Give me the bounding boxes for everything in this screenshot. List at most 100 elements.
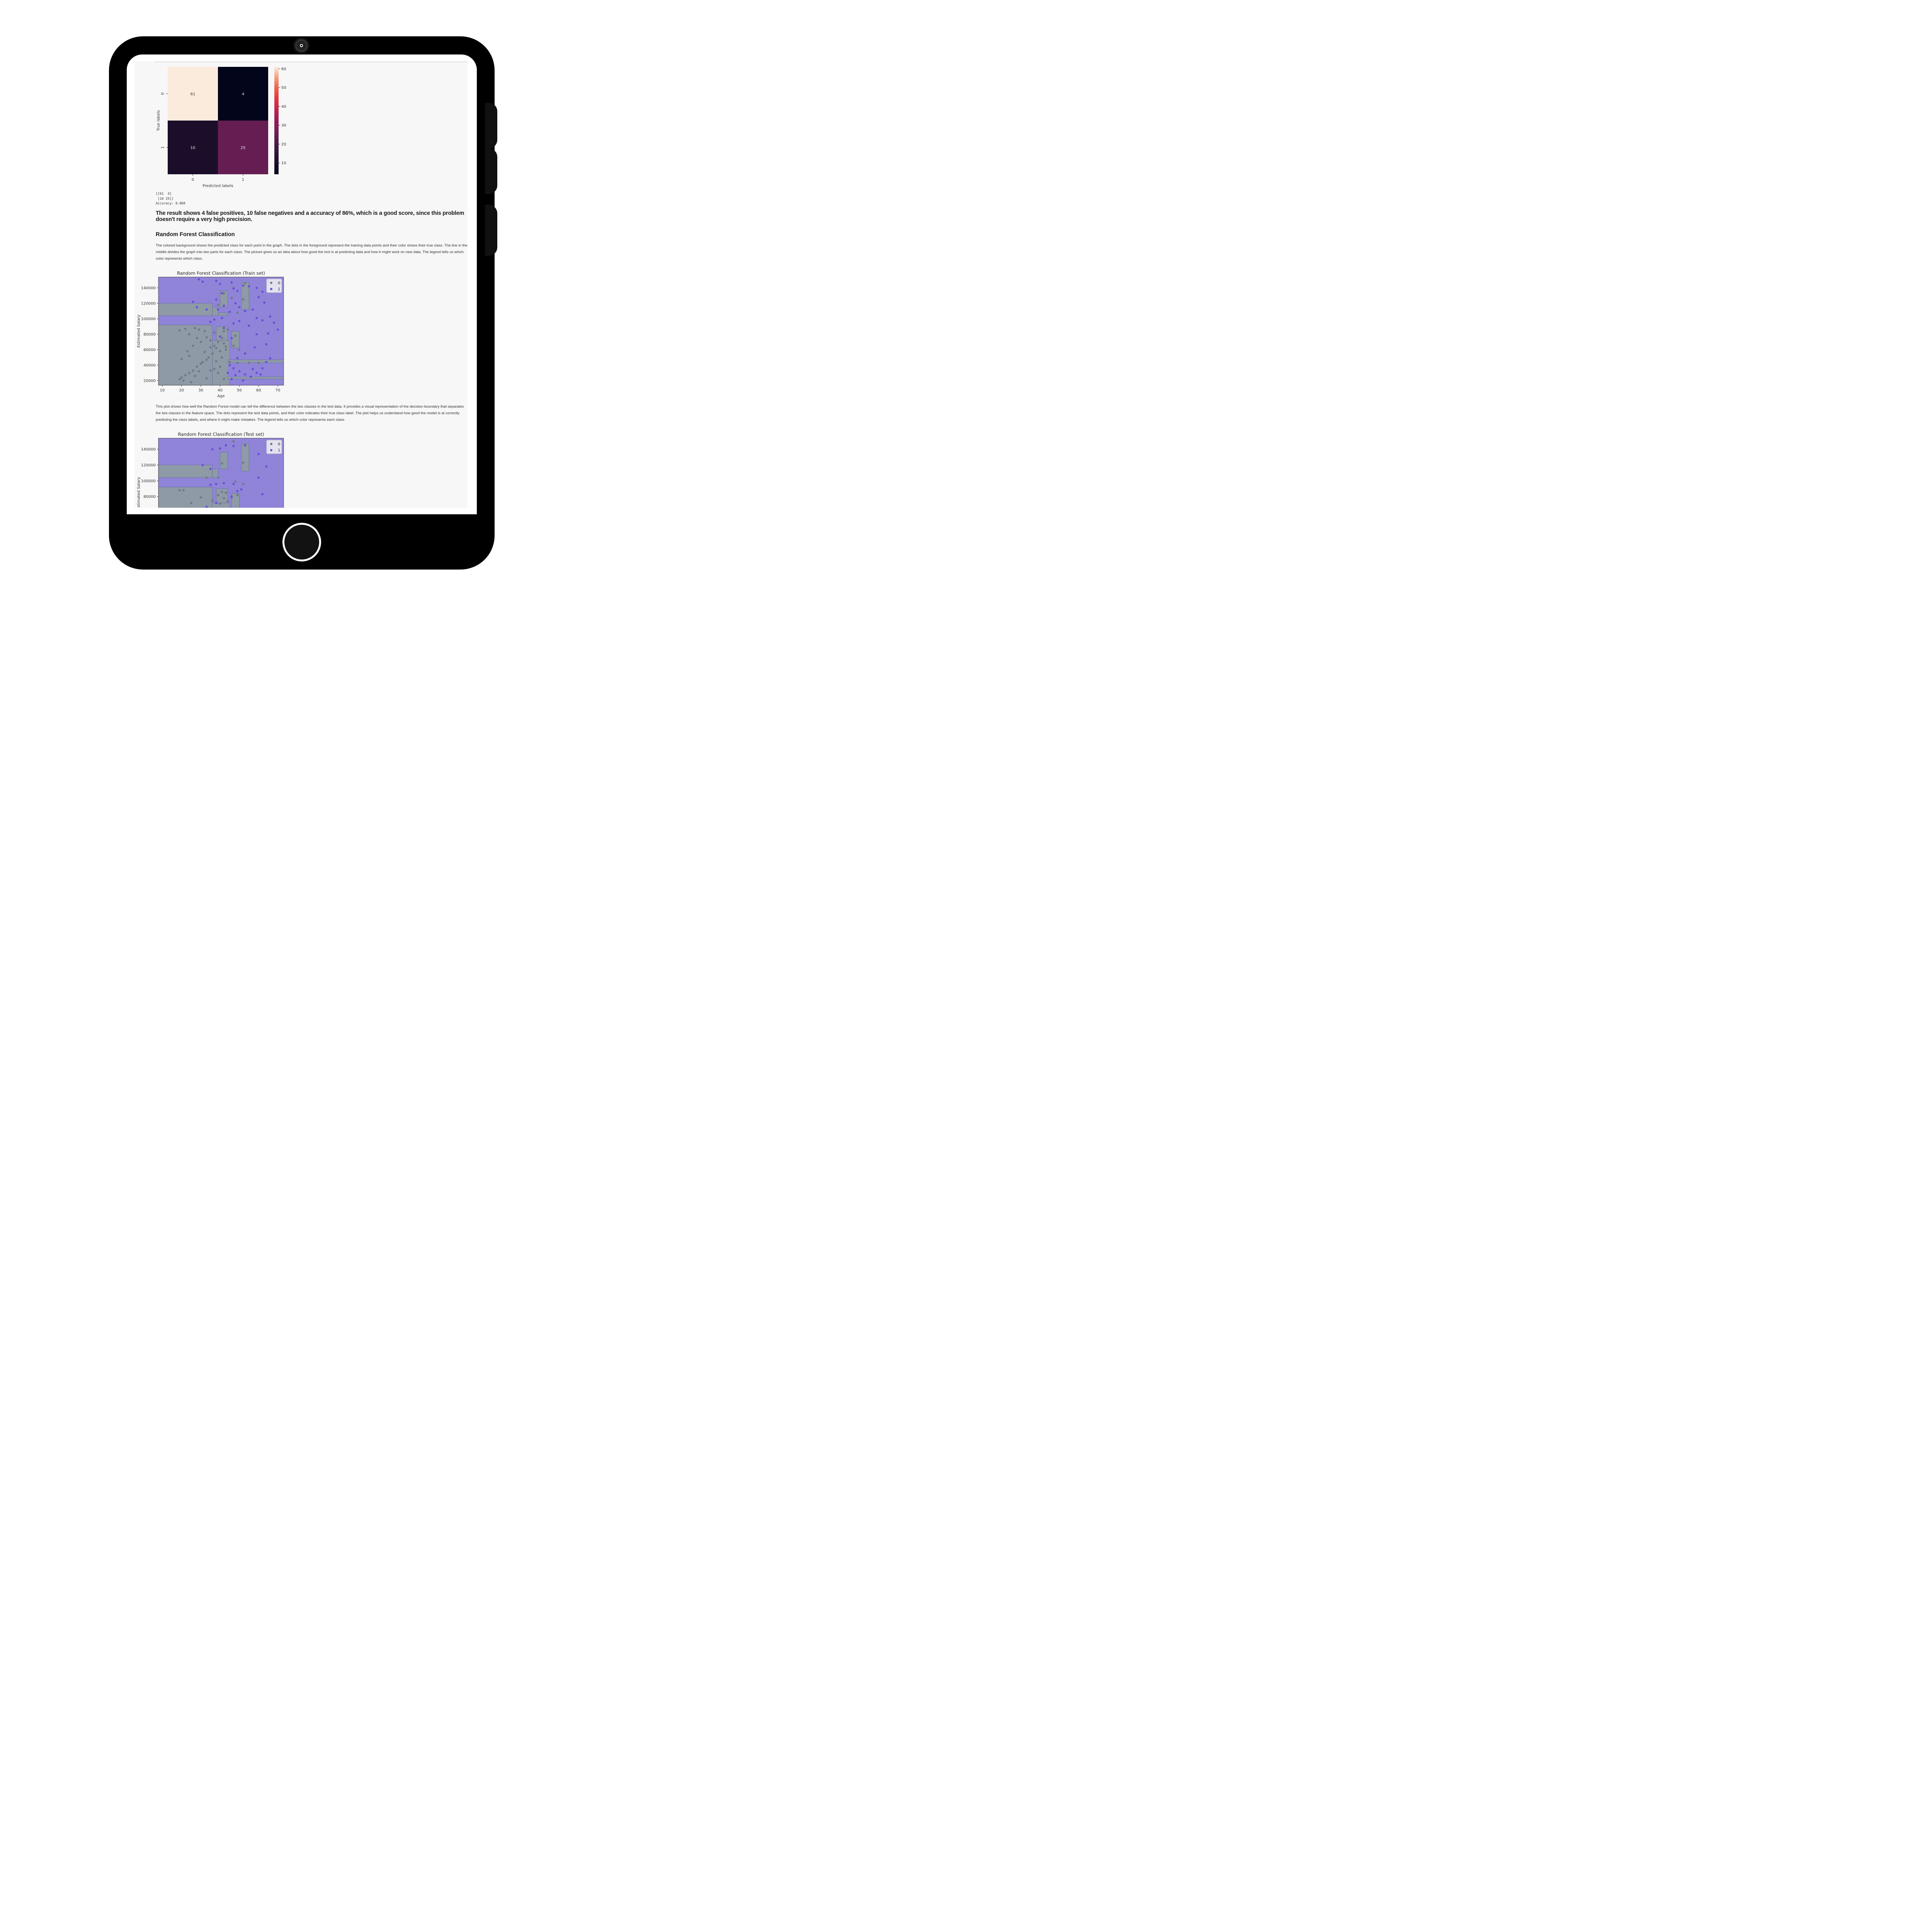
colorbar [274,67,279,174]
class-0-point [217,341,219,343]
class-0-point [209,346,212,349]
class-1-point [261,367,264,369]
x-tick-label: 0 [192,178,194,182]
colorbar-tick-label: 40 [281,105,286,109]
class-0-point [226,328,229,331]
class-1-point [238,306,241,308]
x-tick-label: 10 [160,388,165,393]
class-1-point [263,301,266,304]
colorbar-tick-label: 20 [281,142,286,146]
class-0-point [221,462,223,465]
class-1-point [255,333,258,335]
class-1-point [228,364,231,366]
class-1-point [192,301,194,303]
class-0-point [209,339,212,342]
class-0-point [203,351,206,353]
class-1-point [232,445,235,447]
class-0-region [228,359,284,363]
rf-section-heading: Random Forest Classification [156,231,235,238]
confusion-matrix-heatmap: 61 410 250 101Predicted labelsTrue labels60… [156,67,286,188]
class-0-point [194,375,196,377]
class-0-point [223,330,225,332]
class-0-point [224,345,227,348]
class-0-point [213,345,216,347]
test-set-plot: Random Forest Classification (Test set) 8… [137,432,284,508]
class-1-point [215,298,218,301]
class-1-point [215,280,218,282]
x-tick-label: 50 [237,388,242,393]
y-tick-label: 140000 [141,286,156,291]
y-tick-label: 80000 [143,495,156,499]
class-0-point [182,489,185,492]
home-button[interactable] [282,523,321,561]
class-0-point [203,330,206,332]
class-0-point [236,311,239,314]
rf-description: The colored background shows the predict… [156,243,468,261]
class-0-point [190,381,192,383]
side-button-bottom[interactable] [485,205,497,256]
class-0-point [221,337,223,339]
x-axis-label: Age [217,394,224,398]
class-1-point [255,372,258,374]
class-0-point [219,366,221,368]
class-1-point [201,464,204,466]
x-tick-label: 1 [242,178,244,182]
class-0-point [207,356,210,359]
class-1-point [273,321,276,324]
class-1-point [257,452,260,455]
x-tick-label: 30 [198,388,203,393]
class-1-point [234,374,237,376]
class-1-point [223,304,225,307]
class-0-region [158,465,213,478]
class-0-point [178,329,181,332]
class-0-region [241,282,249,310]
class-0-point [236,362,239,364]
class-1-point [240,488,243,491]
class-0-region [241,443,249,472]
class-1-point [248,325,250,327]
class-0-region [158,487,213,508]
class-0-point [199,496,202,499]
class-0-region [212,307,218,316]
class-1-point [242,379,245,382]
class-0-point [248,362,250,364]
y-axis-label: Estimated Salary [137,477,141,508]
class-1-point [197,278,200,281]
side-button-middle[interactable] [485,148,497,194]
class-0-point [224,349,227,351]
tablet-screen: 61 4 10 25 0 1 0 1 Predicted labels True labels 60… [127,54,477,514]
class-1-point [219,447,221,450]
test-description: This plot shows how well the Random Fore… [156,405,464,422]
class-0-point [232,345,235,347]
y-tick-label: 1 [161,146,165,148]
y-tick-label: 100000 [141,317,156,321]
plot-area [158,438,284,508]
class-1-point [230,337,233,339]
class-0-point [192,369,194,372]
class-0-point [197,328,200,331]
x-tick-label: 70 [276,388,281,393]
class-0-point [184,374,187,376]
class-1-point [242,284,245,287]
class-1-point [261,319,264,321]
class-0-region [220,452,228,469]
class-1-point [244,444,247,447]
class-0-point [228,361,231,363]
heatmap-cell-label: 61 [190,92,196,97]
y-tick-label: 140000 [141,447,156,452]
class-1-point [217,308,219,311]
class-0-point [205,476,208,479]
class-1-point [238,370,241,372]
class-1-point [269,357,272,359]
class-1-point [232,483,235,485]
class-1-point [248,285,250,287]
class-0-point [217,304,219,306]
class-0-point [205,377,208,379]
class-1-point [219,335,221,338]
class-1-point [236,490,239,492]
side-button-top[interactable] [485,103,497,148]
class-1-point [228,311,231,313]
legend-label-0: 0 [278,442,280,447]
class-0-point [196,366,198,368]
class-0-point [223,497,225,500]
